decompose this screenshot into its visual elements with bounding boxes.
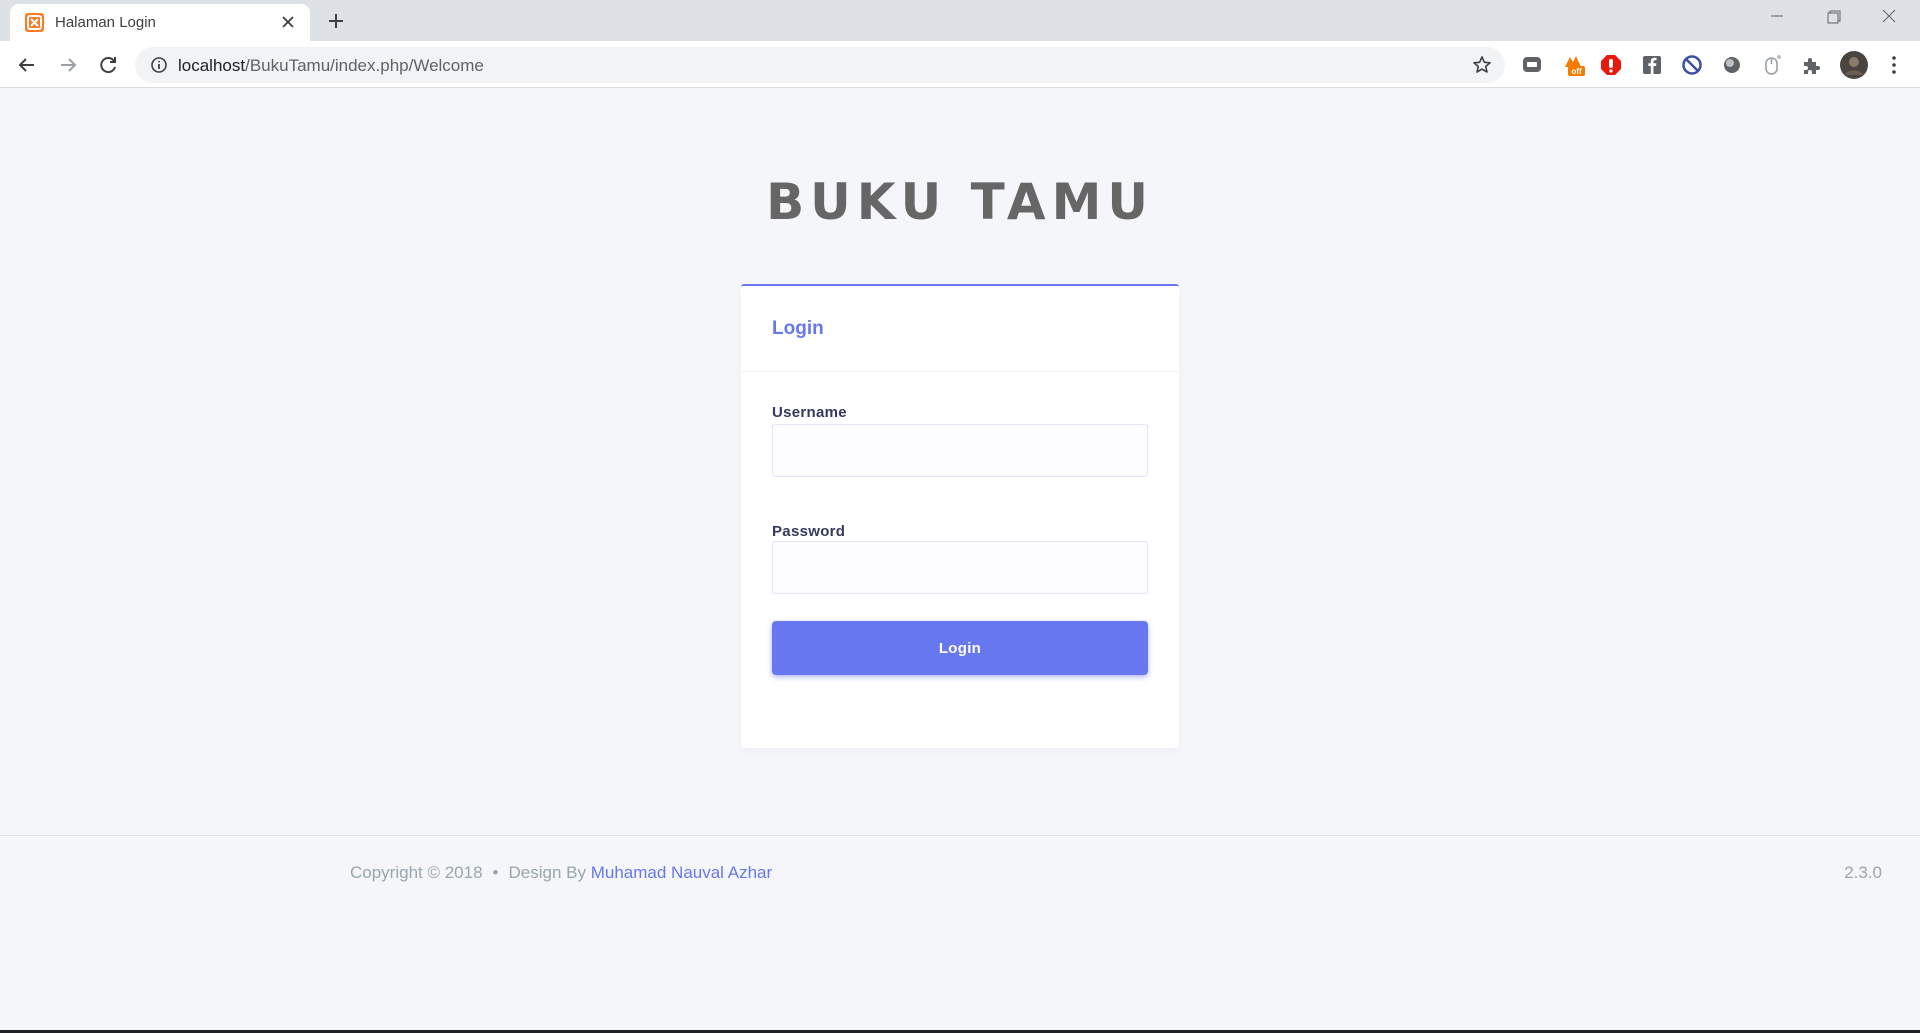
close-window-icon[interactable]	[1866, 6, 1912, 34]
circle-extension-icon[interactable]	[1720, 53, 1744, 77]
page-content: BUKU TAMU Login Username Password Login …	[0, 89, 1920, 1033]
adblock-extension-icon[interactable]	[1599, 53, 1623, 77]
password-label: Password	[772, 523, 846, 540]
back-arrow-icon[interactable]	[13, 51, 41, 79]
copyright-text: Copyright © 2018	[350, 863, 483, 882]
card-title: Login	[772, 318, 824, 339]
profile-avatar-icon[interactable]	[1839, 50, 1869, 80]
password-input[interactable]	[772, 541, 1148, 594]
url-path: /BukuTamu/index.php/Welcome	[245, 56, 484, 75]
username-label: Username	[772, 404, 847, 421]
svg-text:off: off	[1571, 67, 1582, 76]
author-link[interactable]: Muhamad Nauval Azhar	[591, 863, 772, 882]
restore-window-icon[interactable]	[1810, 6, 1856, 34]
bookmark-star-icon[interactable]	[1471, 54, 1493, 76]
address-bar[interactable]: localhost/BukuTamu/index.php/Welcome	[135, 47, 1505, 83]
xampp-favicon-icon	[25, 13, 44, 32]
version-text: 2.3.0	[1844, 863, 1882, 882]
login-card: Login Username Password Login	[741, 284, 1179, 748]
browser-tab[interactable]: Halaman Login	[10, 4, 310, 41]
new-tab-icon[interactable]	[324, 9, 348, 33]
browser-tab-bar: Halaman Login	[0, 0, 1920, 41]
design-by-text: Design By	[508, 863, 586, 882]
url-text[interactable]: localhost/BukuTamu/index.php/Welcome	[178, 56, 484, 76]
site-info-icon[interactable]	[150, 56, 168, 74]
mouse-extension-icon[interactable]	[1760, 53, 1784, 77]
close-tab-icon[interactable]	[278, 12, 298, 32]
login-button[interactable]: Login	[772, 621, 1148, 675]
facebook-extension-icon[interactable]	[1640, 53, 1664, 77]
line-extension-icon[interactable]	[1520, 53, 1544, 77]
puzzle-extensions-icon[interactable]	[1800, 53, 1824, 77]
forward-arrow-icon[interactable]	[54, 51, 82, 79]
browser-toolbar: localhost/BukuTamu/index.php/Welcome off	[0, 41, 1920, 88]
username-input[interactable]	[772, 424, 1148, 477]
reload-icon[interactable]	[94, 51, 122, 79]
url-host: localhost	[178, 56, 246, 75]
block-extension-icon[interactable]	[1680, 53, 1704, 77]
browser-menu-icon[interactable]	[1882, 53, 1906, 77]
tab-title: Halaman Login	[55, 14, 156, 31]
brand-title: BUKU TAMU	[766, 173, 1154, 231]
footer-divider	[0, 835, 1920, 836]
minimize-window-icon[interactable]	[1754, 6, 1800, 34]
footer-copyright: Copyright © 2018 • Design By Muhamad Nauva…	[350, 863, 772, 883]
honey-extension-icon[interactable]: off	[1562, 53, 1586, 77]
card-header: Login	[741, 286, 1179, 372]
footer-bullet: •	[492, 863, 499, 882]
